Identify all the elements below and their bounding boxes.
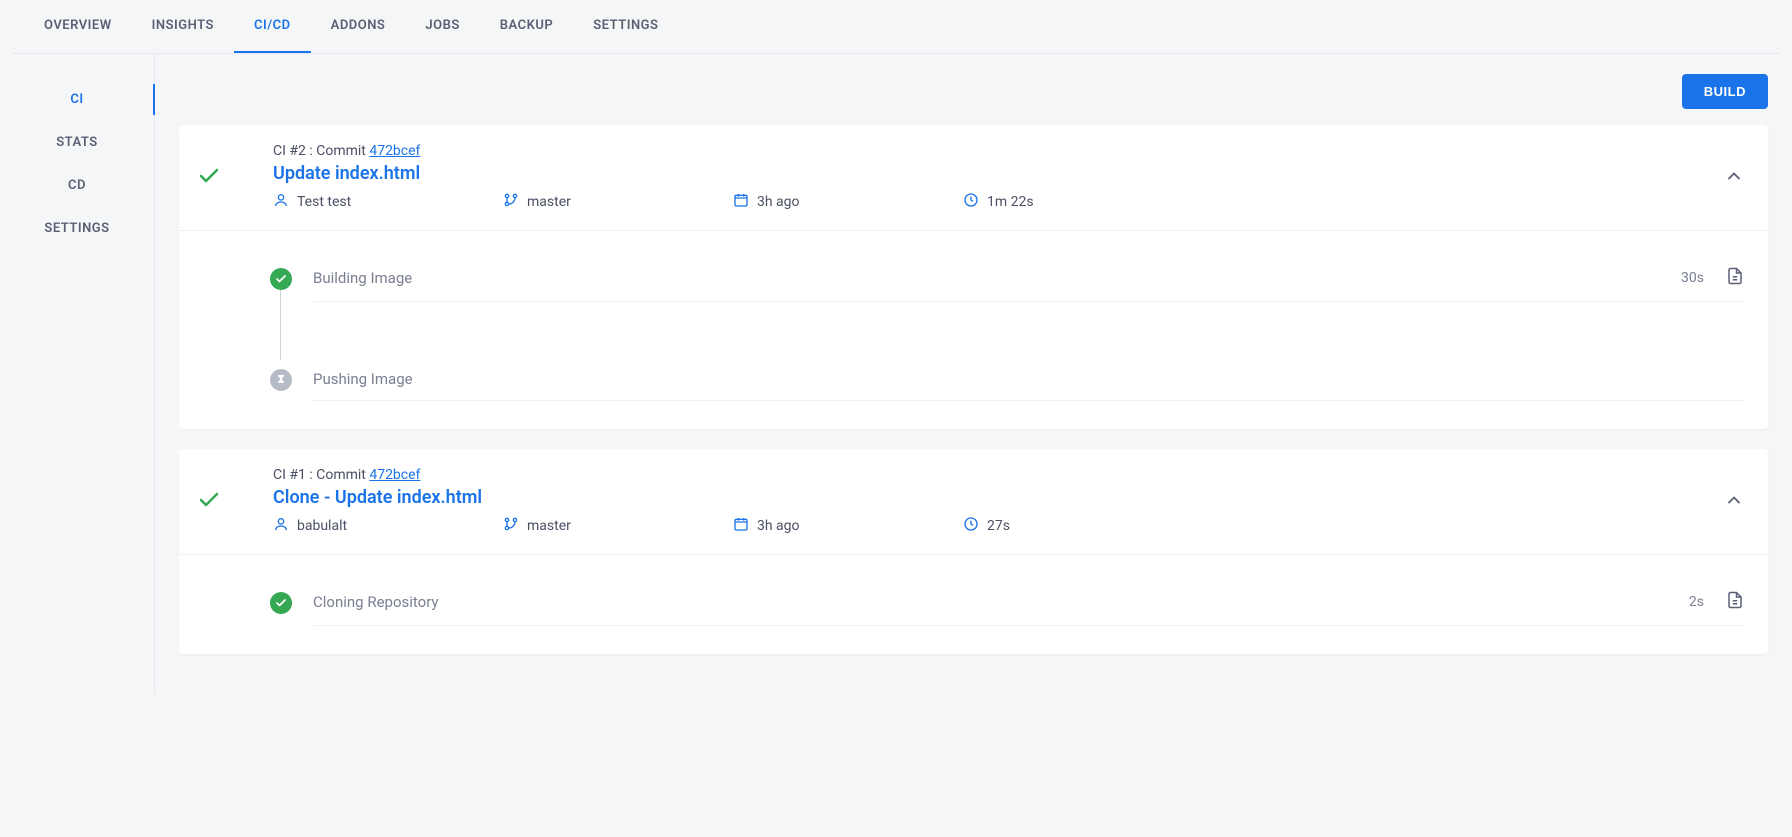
- side-tabs: CI STATS CD SETTINGS: [0, 54, 155, 694]
- tab-cicd[interactable]: CI/CD: [234, 0, 311, 53]
- side-tab-cd[interactable]: CD: [0, 164, 154, 207]
- build-button[interactable]: BUILD: [1682, 74, 1768, 109]
- build-step: Cloning Repository 2s: [269, 579, 1744, 626]
- calendar-icon: [733, 516, 749, 536]
- author: babulalt: [273, 516, 503, 536]
- step-duration: 30s: [1681, 270, 1704, 286]
- top-tabs: OVERVIEW INSIGHTS CI/CD ADDONS JOBS BACK…: [12, 0, 1780, 54]
- tab-insights[interactable]: INSIGHTS: [132, 0, 234, 53]
- branch: master: [503, 516, 733, 536]
- step-name: Building Image: [313, 269, 412, 287]
- commit-link[interactable]: 472bcef: [369, 143, 420, 159]
- tab-overview[interactable]: OVERVIEW: [24, 0, 132, 53]
- build-meta: CI #1 : Commit 472bcef: [273, 467, 1724, 483]
- build-title[interactable]: Update index.html: [273, 163, 1724, 184]
- calendar-icon: [733, 192, 749, 212]
- build-card: CI #2 : Commit 472bcef Update index.html…: [179, 125, 1768, 429]
- branch: master: [503, 192, 733, 212]
- step-name: Cloning Repository: [313, 593, 439, 611]
- chevron-up-icon[interactable]: [1724, 166, 1744, 190]
- tab-jobs[interactable]: JOBS: [405, 0, 479, 53]
- build-meta: CI #2 : Commit 472bcef: [273, 143, 1724, 159]
- tab-settings[interactable]: SETTINGS: [573, 0, 678, 53]
- log-icon[interactable]: [1726, 591, 1744, 613]
- build-card: CI #1 : Commit 472bcef Clone - Update in…: [179, 449, 1768, 654]
- clock-icon: [963, 516, 979, 536]
- person-icon: [273, 192, 289, 212]
- build-header[interactable]: CI #2 : Commit 472bcef Update index.html…: [179, 125, 1768, 231]
- check-icon: [197, 164, 221, 192]
- time-ago: 3h ago: [733, 516, 963, 536]
- success-icon: [270, 268, 292, 290]
- person-icon: [273, 516, 289, 536]
- build-step: Pushing Image: [269, 358, 1744, 401]
- log-icon[interactable]: [1726, 267, 1744, 289]
- step-name: Pushing Image: [313, 370, 413, 388]
- side-tab-stats[interactable]: STATS: [0, 121, 154, 164]
- branch-icon: [503, 192, 519, 212]
- side-tab-ci[interactable]: CI: [0, 78, 154, 121]
- check-icon: [197, 488, 221, 516]
- tab-backup[interactable]: BACKUP: [480, 0, 573, 53]
- side-tab-settings[interactable]: SETTINGS: [0, 207, 154, 250]
- chevron-up-icon[interactable]: [1724, 490, 1744, 514]
- build-header[interactable]: CI #1 : Commit 472bcef Clone - Update in…: [179, 449, 1768, 555]
- duration: 1m 22s: [963, 192, 1193, 212]
- build-title[interactable]: Clone - Update index.html: [273, 487, 1724, 508]
- branch-icon: [503, 516, 519, 536]
- tab-addons[interactable]: ADDONS: [311, 0, 406, 53]
- build-step: Building Image 30s: [269, 255, 1744, 302]
- commit-link[interactable]: 472bcef: [369, 467, 420, 483]
- duration: 27s: [963, 516, 1193, 536]
- step-duration: 2s: [1689, 594, 1704, 610]
- success-icon: [270, 592, 292, 614]
- time-ago: 3h ago: [733, 192, 963, 212]
- clock-icon: [963, 192, 979, 212]
- step-connector: [280, 281, 281, 360]
- queued-icon: [270, 369, 292, 391]
- author: Test test: [273, 192, 503, 212]
